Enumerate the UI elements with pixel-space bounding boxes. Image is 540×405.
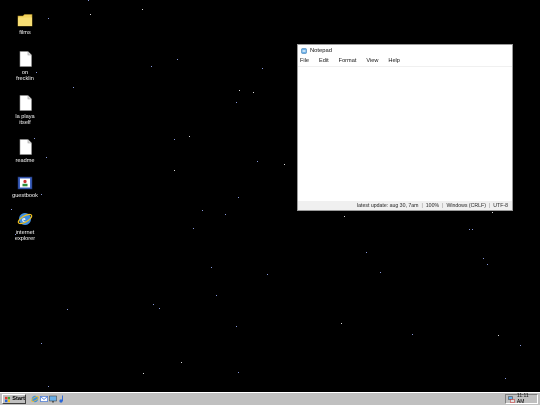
outlook-express-icon[interactable]: [40, 395, 48, 403]
desktop-icon-label: readme: [15, 158, 35, 164]
desktop-icon-label: films: [19, 30, 31, 36]
star: [41, 343, 42, 344]
taskbar: Start 11:11 AM: [0, 392, 540, 405]
star: [262, 68, 263, 69]
status-update: latest update: aug 30, 7am: [357, 202, 419, 209]
star: [498, 335, 499, 336]
menu-file[interactable]: File: [300, 58, 309, 64]
star: [67, 309, 68, 310]
status-divider: |: [488, 202, 491, 209]
star: [159, 308, 160, 309]
star: [153, 304, 154, 305]
desktop-icon-la-playa-itself[interactable]: la playa itself: [0, 95, 50, 127]
svg-text:e: e: [22, 215, 26, 224]
star: [174, 170, 175, 171]
star: [238, 372, 239, 373]
star: [181, 362, 182, 363]
star: [73, 87, 74, 88]
notepad-status-bar: latest update: aug 30, 7am | 100% | Wind…: [298, 201, 512, 210]
menu-edit[interactable]: Edit: [319, 58, 329, 64]
star: [284, 164, 285, 165]
notepad-icon: [301, 47, 307, 54]
desktop-icon-label: on frecklin: [16, 70, 34, 83]
star: [238, 197, 239, 198]
star: [225, 214, 226, 215]
media-icon[interactable]: [58, 395, 66, 403]
star: [469, 229, 470, 230]
desktop-icon-label: internet explorer: [14, 230, 36, 243]
notepad-window[interactable]: Notepad File Edit Format View Help lates…: [297, 44, 513, 211]
star: [193, 228, 194, 229]
menu-help[interactable]: Help: [388, 58, 400, 64]
internet-explorer-icon[interactable]: [31, 395, 39, 403]
desktop-icon-films[interactable]: films: [0, 13, 50, 36]
system-tray: 11:11 AM: [505, 393, 538, 405]
notepad-titlebar[interactable]: Notepad: [298, 45, 512, 56]
star: [177, 59, 178, 60]
star: [412, 334, 413, 335]
star: [202, 210, 203, 211]
star: [483, 258, 484, 259]
star: [211, 267, 212, 268]
star: [487, 264, 488, 265]
text-file-icon: [19, 139, 32, 155]
star: [239, 90, 240, 91]
star: [90, 14, 91, 15]
star: [344, 216, 345, 217]
star: [492, 212, 493, 213]
text-file-icon: [19, 51, 32, 67]
star: [520, 345, 521, 346]
star: [505, 378, 506, 379]
star: [236, 102, 237, 103]
windows-logo-icon: [5, 396, 11, 402]
status-divider: |: [442, 202, 444, 209]
desktop-icon-on-frecklin[interactable]: on frecklin: [0, 51, 50, 83]
status-zoom: 100%: [425, 202, 440, 209]
desktop-icon-label: guestbook: [12, 193, 38, 199]
internet-explorer-icon: e: [17, 213, 33, 225]
star: [380, 272, 381, 273]
desktop-icon-readme[interactable]: readme: [0, 139, 50, 164]
status-divider: |: [421, 202, 423, 209]
notepad-menubar: File Edit Format View Help: [298, 56, 512, 67]
menu-view[interactable]: View: [366, 58, 378, 64]
star: [142, 9, 143, 10]
star: [151, 66, 152, 67]
notepad-title: Notepad: [310, 47, 332, 54]
star: [341, 323, 342, 324]
star: [189, 136, 190, 137]
address-book-icon: [17, 176, 33, 190]
clock[interactable]: 11:11 AM: [517, 393, 537, 405]
star: [88, 0, 89, 1]
folder-icon: [17, 14, 33, 27]
star: [11, 209, 12, 210]
status-encoding: UTF-8: [493, 202, 508, 209]
start-label: Start: [12, 396, 25, 402]
star: [257, 161, 258, 162]
star: [472, 229, 473, 230]
star: [143, 373, 144, 374]
desktop-icon-internet-explorer[interactable]: e internet explorer: [0, 211, 50, 243]
notepad-text-area[interactable]: [298, 67, 512, 201]
star: [236, 326, 237, 327]
star: [48, 386, 49, 387]
menu-format[interactable]: Format: [339, 58, 357, 64]
desktop-icon-guestbook[interactable]: guestbook: [0, 176, 50, 199]
desktop-icon-label: la playa itself: [15, 114, 35, 127]
star: [253, 92, 254, 93]
star: [366, 252, 367, 253]
star: [216, 295, 217, 296]
show-desktop-icon[interactable]: [49, 395, 57, 403]
text-file-icon: [19, 95, 32, 111]
status-line-endings: Windows (CRLF): [446, 202, 486, 209]
desktop: films on frecklin la playa itself readme…: [0, 0, 540, 392]
star: [174, 139, 175, 140]
star: [267, 274, 268, 275]
quick-launch: [31, 395, 66, 403]
start-button[interactable]: Start: [2, 394, 26, 404]
network-icon[interactable]: [508, 395, 515, 403]
